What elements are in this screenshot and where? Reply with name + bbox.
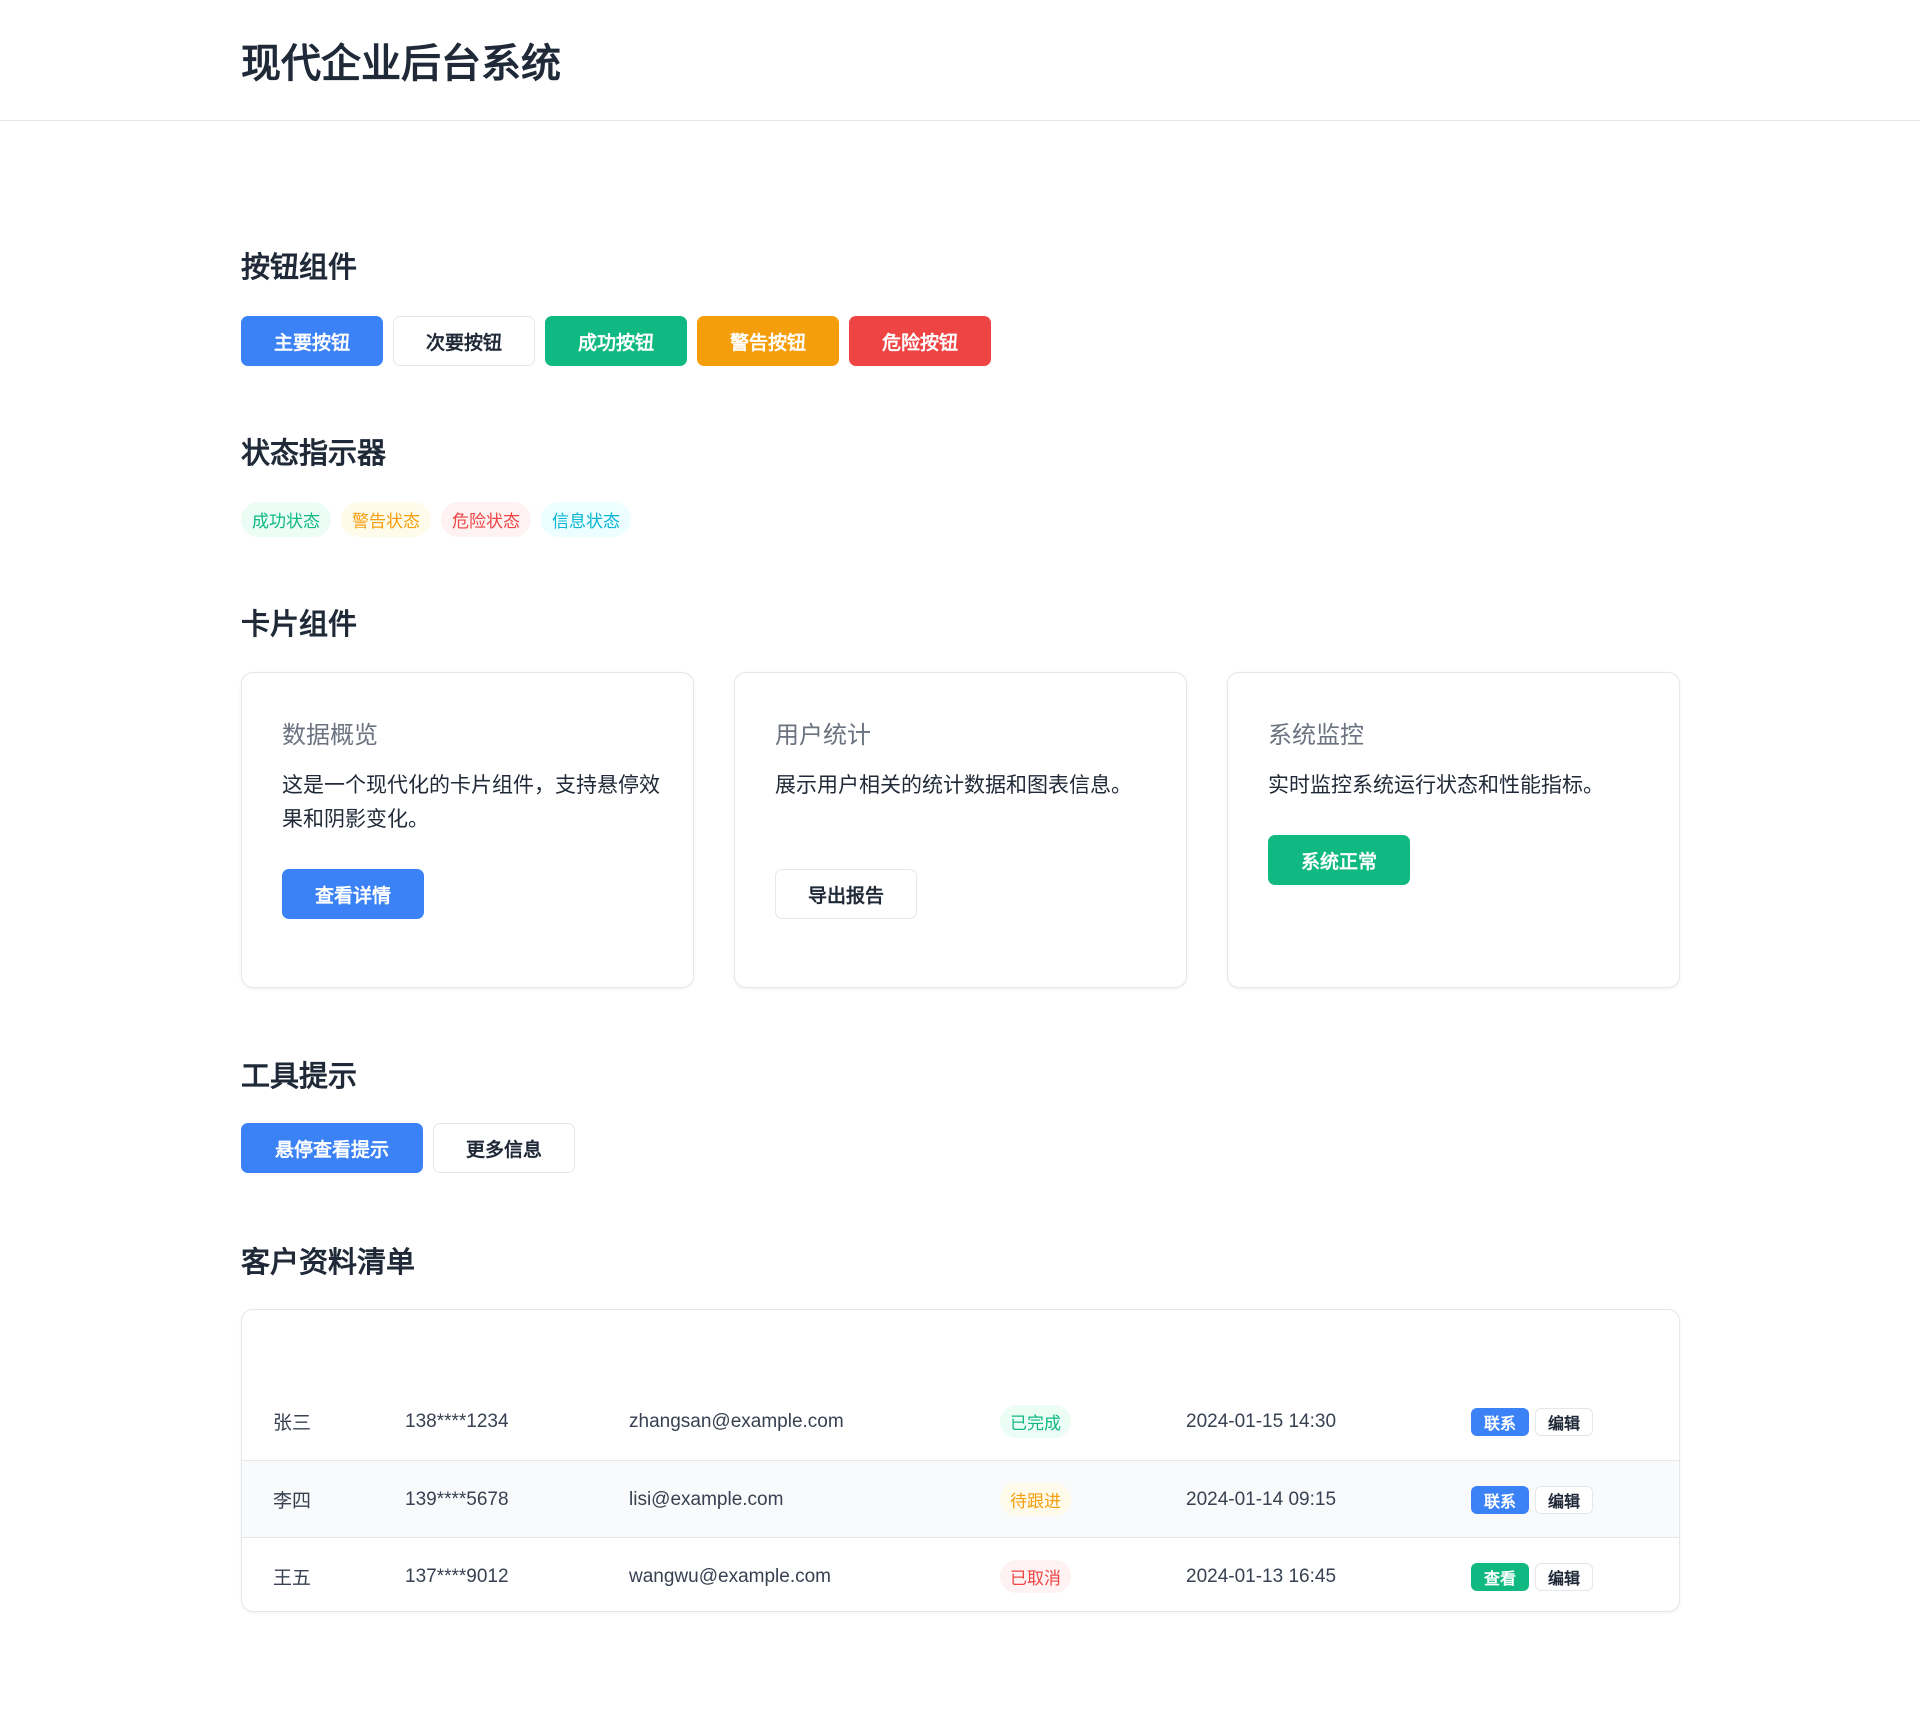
card-title: 系统监控	[1268, 722, 1364, 749]
table-row: 李四 139****5678 lisi@example.com 待跟进 2024…	[242, 1460, 1679, 1537]
status-badge: 已完成	[1000, 1405, 1071, 1438]
system-normal-button[interactable]: 系统正常	[1268, 835, 1410, 885]
customer-phone: 138****1234	[405, 1410, 509, 1432]
card-text: 这是一个现代化的卡片组件，支持悬停效果和阴影变化。	[282, 774, 660, 831]
status-cell: 已完成	[1000, 1383, 1071, 1460]
customer-name: 王五	[273, 1568, 312, 1589]
status-cell: 已取消	[1000, 1538, 1071, 1611]
card-system-monitor: 系统监控 实时监控系统运行状态和性能指标。 系统正常	[1227, 672, 1680, 988]
action-cell: 联系 编辑	[1471, 1461, 1599, 1538]
customer-name: 李四	[273, 1491, 312, 1512]
section-title-customers: 客户资料清单	[241, 1247, 416, 1279]
contact-button[interactable]: 联系	[1471, 1407, 1529, 1436]
section-title-buttons: 按钮组件	[241, 252, 358, 284]
customer-phone: 139****5678	[405, 1488, 509, 1510]
section-title-tooltip: 工具提示	[241, 1061, 358, 1093]
edit-button[interactable]: 编辑	[1535, 1485, 1593, 1514]
card-text: 展示用户相关的统计数据和图表信息。	[775, 774, 1132, 797]
warning-button[interactable]: 警告按钮	[697, 316, 839, 366]
status-cell: 待跟进	[1000, 1461, 1071, 1538]
customer-time: 2024-01-13 16:45	[1186, 1565, 1337, 1587]
table-row: 张三 138****1234 zhangsan@example.com 已完成 …	[242, 1383, 1679, 1460]
card-data-overview: 数据概览 这是一个现代化的卡片组件，支持悬停效果和阴影变化。 查看详情	[241, 672, 694, 988]
card-user-stats: 用户统计 展示用户相关的统计数据和图表信息。 导出报告	[734, 672, 1187, 988]
customer-phone: 137****9012	[405, 1565, 509, 1587]
customer-time: 2024-01-15 14:30	[1186, 1410, 1337, 1432]
section-title-cards: 卡片组件	[241, 609, 358, 641]
view-button[interactable]: 查看	[1471, 1562, 1529, 1591]
action-cell: 联系 编辑	[1471, 1383, 1599, 1460]
edit-button[interactable]: 编辑	[1535, 1407, 1593, 1436]
section-title-status: 状态指示器	[241, 438, 387, 470]
status-badge: 已取消	[1000, 1560, 1071, 1593]
customer-time: 2024-01-14 09:15	[1186, 1488, 1337, 1510]
edit-button[interactable]: 编辑	[1535, 1562, 1593, 1591]
secondary-button[interactable]: 次要按钮	[393, 316, 535, 366]
hover-tip-button[interactable]: 悬停查看提示	[241, 1123, 423, 1173]
customer-email: lisi@example.com	[629, 1488, 784, 1510]
danger-button[interactable]: 危险按钮	[849, 316, 991, 366]
customer-table: 张三 138****1234 zhangsan@example.com 已完成 …	[241, 1309, 1680, 1612]
customer-name: 张三	[273, 1413, 312, 1434]
more-info-button[interactable]: 更多信息	[433, 1123, 575, 1173]
app-header: 现代企业后台系统	[0, 0, 1920, 121]
status-badge-success: 成功状态	[241, 502, 331, 537]
view-details-button[interactable]: 查看详情	[282, 869, 424, 919]
success-button[interactable]: 成功按钮	[545, 316, 687, 366]
status-badge-warning: 警告状态	[341, 502, 431, 537]
status-badge-info: 信息状态	[541, 502, 631, 537]
status-badge: 待跟进	[1000, 1483, 1071, 1516]
status-badge-danger: 危险状态	[441, 502, 531, 537]
app-title: 现代企业后台系统	[241, 42, 561, 86]
table-row: 王五 137****9012 wangwu@example.com 已取消 20…	[242, 1537, 1679, 1611]
export-report-button[interactable]: 导出报告	[775, 869, 917, 919]
primary-button[interactable]: 主要按钮	[241, 316, 383, 366]
card-title: 用户统计	[775, 722, 871, 749]
customer-email: wangwu@example.com	[629, 1565, 831, 1587]
contact-button[interactable]: 联系	[1471, 1485, 1529, 1514]
card-title: 数据概览	[282, 722, 378, 749]
card-text: 实时监控系统运行状态和性能指标。	[1268, 774, 1604, 797]
customer-email: zhangsan@example.com	[629, 1410, 844, 1432]
action-cell: 查看 编辑	[1471, 1538, 1599, 1611]
